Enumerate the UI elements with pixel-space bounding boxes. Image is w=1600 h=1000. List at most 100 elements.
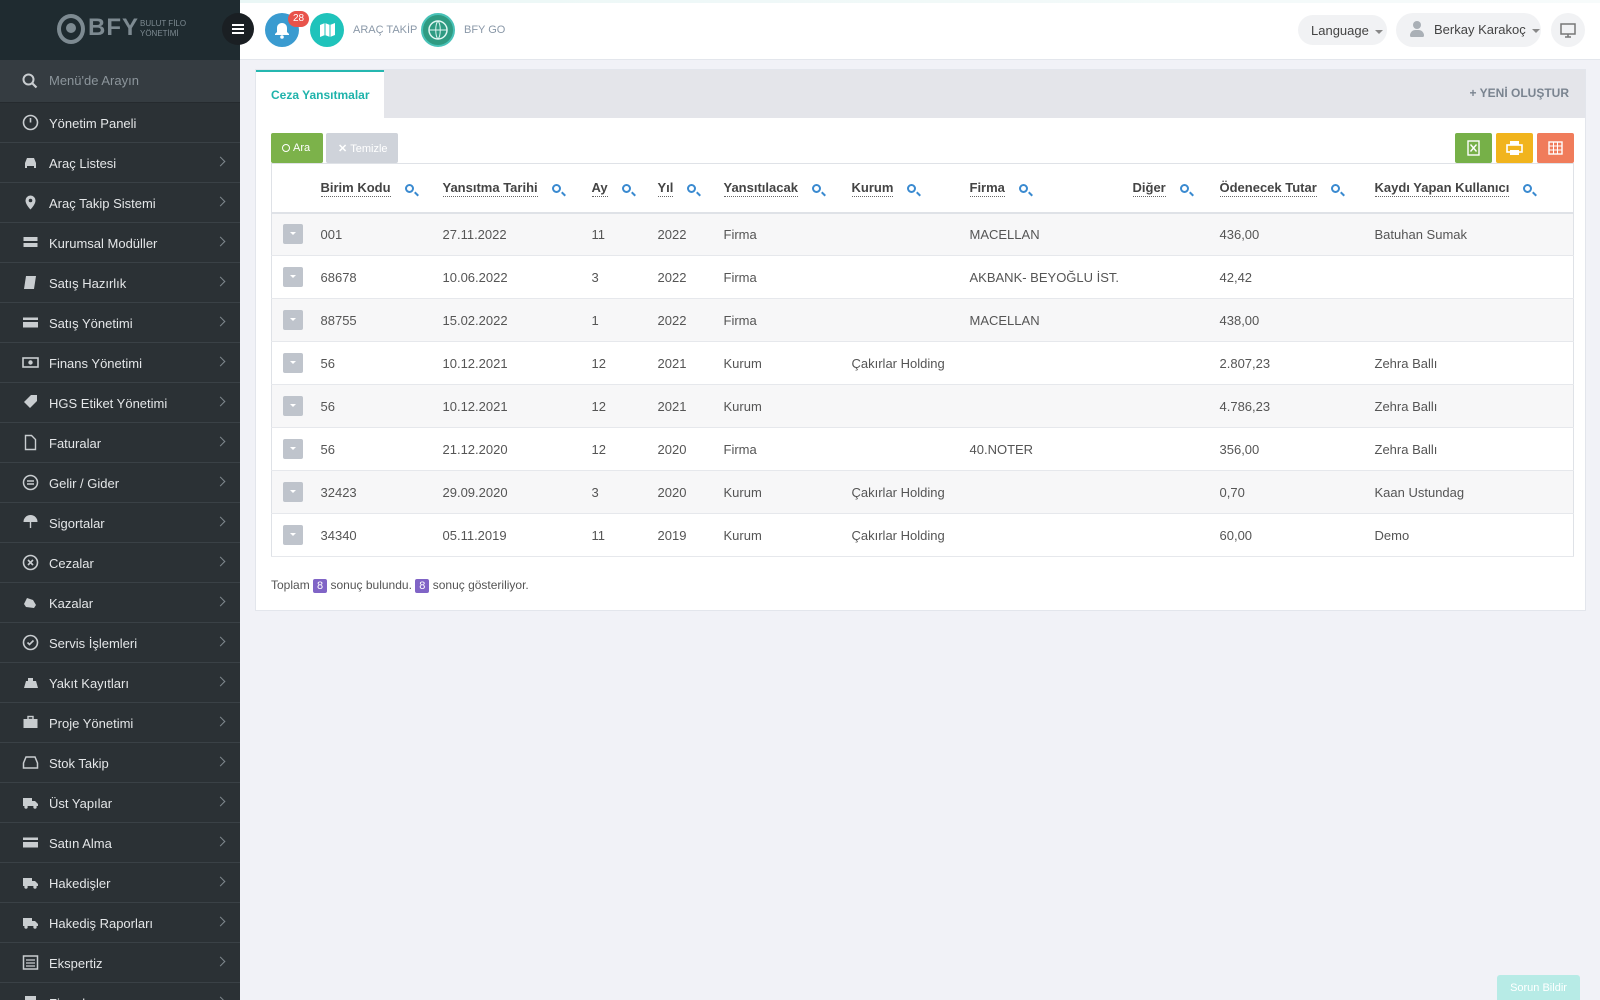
- table-row[interactable]: 68678 10.06.2022 3 2022 Firma AKBANK- BEYOĞLU…: [271, 255, 1574, 299]
- sidebar-item-label: Firmalar: [49, 996, 97, 1000]
- column-search-icon[interactable]: [811, 184, 821, 194]
- column-header-label: Yansıtma Tarihi: [442, 180, 538, 198]
- table-row[interactable]: 56 21.12.2020 12 2020 Firma 40.NOTER 356,00 Zeh…: [271, 427, 1574, 471]
- search-button[interactable]: Ara: [271, 133, 323, 163]
- row-expand-button[interactable]: [283, 353, 303, 373]
- column-header[interactable]: Firma: [969, 163, 1133, 214]
- server-icon: [23, 237, 38, 247]
- sidebar-item[interactable]: Stok Takip: [0, 743, 240, 783]
- sidebar-item[interactable]: Servis İşlemleri: [0, 623, 240, 663]
- table-row[interactable]: 34340 05.11.2019 11 2019 Kurum Çakırlar Holdi…: [271, 513, 1574, 557]
- column-chooser-button[interactable]: [1537, 133, 1574, 163]
- fuel-icon: [24, 678, 38, 688]
- sidebar-item[interactable]: Cezalar: [0, 543, 240, 583]
- column-header[interactable]: Diğer: [1132, 163, 1220, 214]
- column-search-icon[interactable]: [687, 184, 697, 194]
- arac-takip-button[interactable]: [310, 13, 344, 47]
- sidebar-item[interactable]: Araç Takip Sistemi: [0, 183, 240, 223]
- bfy-go-button[interactable]: [421, 13, 455, 47]
- sidebar-item[interactable]: Yakıt Kayıtları: [0, 663, 240, 703]
- sidebar-item-label: Yönetim Paneli: [49, 116, 137, 131]
- sidebar-item[interactable]: Yönetim Paneli: [0, 103, 240, 143]
- column-search-icon[interactable]: [907, 184, 917, 194]
- sidebar-item[interactable]: Hakediş Raporları: [0, 903, 240, 943]
- print-button[interactable]: [1496, 133, 1533, 163]
- table-row[interactable]: 56 10.12.2021 12 2021 Kurum Çakırlar Holding 2…: [271, 341, 1574, 385]
- sidebar-item[interactable]: Gelir / Gider: [0, 463, 240, 503]
- truck-icon: [23, 798, 38, 809]
- total-count-badge: 8: [313, 579, 328, 593]
- sidebar-item[interactable]: Sigortalar: [0, 503, 240, 543]
- sidebar-item[interactable]: Satış Yönetimi: [0, 303, 240, 343]
- column-search-icon[interactable]: [551, 184, 561, 194]
- table-row[interactable]: 56 10.12.2021 12 2021 Kurum 4.786,23 Zehra Bal…: [271, 384, 1574, 428]
- sidebar-item-label: Yakıt Kayıtları: [49, 676, 129, 691]
- sidebar-item-label: Faturalar: [49, 436, 102, 451]
- sidebar-item[interactable]: Üst Yapılar: [0, 783, 240, 823]
- column-header[interactable]: Yansıtma Tarihi: [442, 163, 592, 214]
- excel-icon: [1467, 140, 1480, 156]
- column-header[interactable]: Kurum: [851, 163, 970, 214]
- column-search-icon[interactable]: [621, 184, 631, 194]
- user-menu-dropdown[interactable]: Berkay Karakoç: [1396, 13, 1541, 47]
- column-search-icon[interactable]: [1179, 184, 1189, 194]
- export-excel-button[interactable]: [1455, 133, 1492, 163]
- table-row[interactable]: 32423 29.09.2020 3 2020 Kurum Çakırlar Holdin…: [271, 470, 1574, 514]
- sidebar-item[interactable]: Araç Listesi: [0, 143, 240, 183]
- logo-area[interactable]: BFY BULUT FİLO YÖNETİMİ: [0, 0, 240, 60]
- row-expand-button[interactable]: [283, 439, 303, 459]
- table-cell: 12: [591, 341, 658, 385]
- table-cell: Çakırlar Holding: [851, 513, 970, 557]
- report-issue-button[interactable]: Sorun Bildir: [1497, 975, 1580, 1000]
- row-expand-button[interactable]: [283, 482, 303, 502]
- sidebar-item[interactable]: Kurumsal Modüller: [0, 223, 240, 263]
- sidebar-item[interactable]: Faturalar: [0, 423, 240, 463]
- top-bar: BFY BULUT FİLO YÖNETİMİ 28 ARAÇ TAKİP BF…: [0, 0, 1600, 60]
- clear-button[interactable]: ✕ Temizle: [326, 133, 398, 163]
- table-cell: [1374, 298, 1574, 342]
- column-header[interactable]: Birim Kodu: [320, 163, 443, 214]
- column-search-icon[interactable]: [404, 184, 414, 194]
- column-header[interactable]: Yansıtılacak: [723, 163, 852, 214]
- new-record-button[interactable]: + YENİ OLUŞTUR: [1470, 86, 1569, 100]
- row-expand-button[interactable]: [283, 224, 303, 245]
- row-expand-button[interactable]: [283, 525, 303, 545]
- row-expand-button[interactable]: [283, 396, 303, 416]
- column-header-label: Yıl: [657, 180, 674, 198]
- column-search-icon[interactable]: [1523, 184, 1533, 194]
- row-expand-button[interactable]: [283, 310, 303, 330]
- column-search-icon[interactable]: [1018, 184, 1028, 194]
- table-cell: 3: [591, 470, 658, 514]
- sidebar-item[interactable]: Finans Yönetimi: [0, 343, 240, 383]
- table-cell: 2021: [657, 384, 724, 428]
- chevron-right-icon: [215, 996, 226, 1000]
- sidebar-item[interactable]: Ekspertiz: [0, 943, 240, 983]
- sidebar-item[interactable]: Satın Alma: [0, 823, 240, 863]
- column-search-icon[interactable]: [1330, 184, 1340, 194]
- menu-toggle-button[interactable]: [222, 13, 254, 45]
- row-expand-button[interactable]: [283, 267, 303, 287]
- tab-ceza-yansitmalar[interactable]: Ceza Yansıtmalar: [256, 70, 384, 118]
- table-cell: Kurum: [723, 384, 852, 428]
- column-header-label: Kaydı Yapan Kullanıcı: [1374, 180, 1510, 198]
- sidebar-item[interactable]: Satış Hazırlık: [0, 263, 240, 303]
- sidebar-item[interactable]: Hakedişler: [0, 863, 240, 903]
- fullscreen-button[interactable]: [1551, 13, 1585, 47]
- menu-search-input[interactable]: Menü'de Arayın: [0, 60, 240, 103]
- sidebar-item[interactable]: Kazalar: [0, 583, 240, 623]
- table-row[interactable]: 001 27.11.2022 11 2022 Firma MACELLAN 436,00 Ba…: [271, 212, 1574, 256]
- table-row[interactable]: 88755 15.02.2022 1 2022 Firma MACELLAN 438,00: [271, 298, 1574, 342]
- column-header[interactable]: Yıl: [657, 163, 724, 214]
- row-toggle-cell: [271, 513, 321, 557]
- chevron-right-icon: [215, 156, 226, 167]
- sidebar-item[interactable]: Firmalar: [0, 983, 240, 1000]
- sidebar-item[interactable]: HGS Etiket Yönetimi: [0, 383, 240, 423]
- sidebar-item[interactable]: Proje Yönetimi: [0, 703, 240, 743]
- column-header[interactable]: Ay: [591, 163, 658, 214]
- column-header[interactable]: Ödenecek Tutar: [1219, 163, 1375, 214]
- language-dropdown[interactable]: Language: [1298, 15, 1387, 45]
- arac-takip-link[interactable]: ARAÇ TAKİP: [353, 24, 417, 36]
- column-header[interactable]: Kaydı Yapan Kullanıcı: [1374, 163, 1574, 214]
- sidebar-menu: Yönetim Paneli Araç Listesi Araç Takip Sis…: [0, 103, 240, 1000]
- bfy-go-link[interactable]: BFY GO: [464, 24, 505, 36]
